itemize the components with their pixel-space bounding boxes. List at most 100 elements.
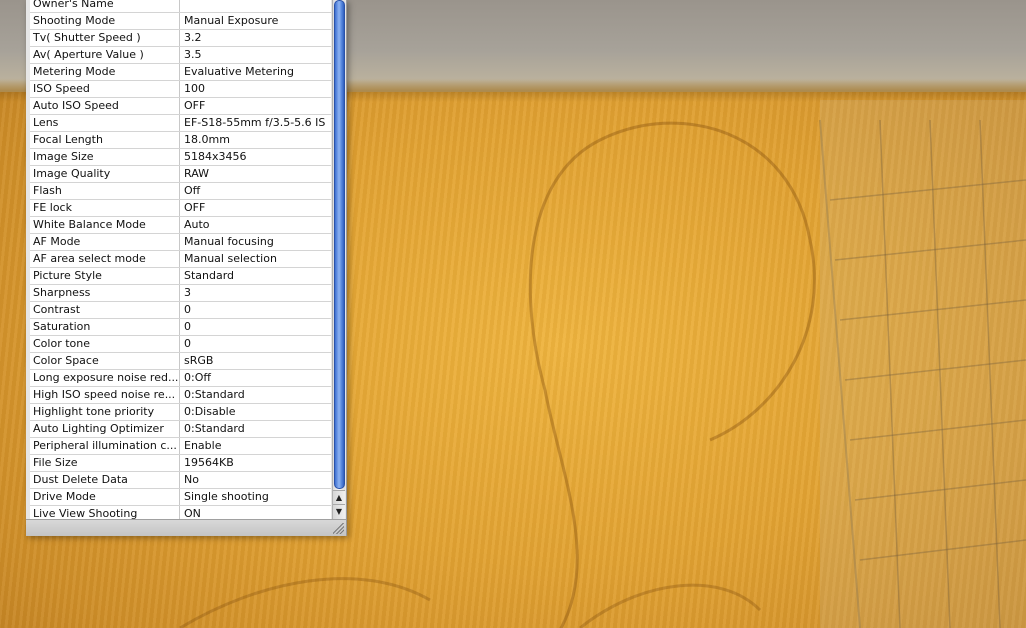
table-row[interactable]: Peripheral illumination c... Enable <box>30 438 331 455</box>
property-name: Auto ISO Speed <box>30 98 180 114</box>
property-value: 19564KB <box>184 456 234 469</box>
property-value: No <box>184 473 199 486</box>
table-row[interactable]: Owner's Name <box>30 0 331 13</box>
property-name: Owner's Name <box>30 0 180 12</box>
table-row[interactable]: Color tone 0 <box>30 336 331 353</box>
property-name: Live View Shooting <box>30 506 180 519</box>
table-row[interactable]: FE lock OFF <box>30 200 331 217</box>
arrow-down-icon[interactable]: ▼ <box>333 504 345 519</box>
table-row[interactable]: Color Space sRGB <box>30 353 331 370</box>
property-name: Lens <box>30 115 180 131</box>
property-value: 0:Off <box>184 371 211 384</box>
table-row[interactable]: File Size 19564KB <box>30 455 331 472</box>
property-name: Image Size <box>30 149 180 165</box>
property-name: Color Space <box>30 353 180 369</box>
table-row[interactable]: Contrast 0 <box>30 302 331 319</box>
property-name: Sharpness <box>30 285 180 301</box>
info-table: Owner's Name Shooting Mode Manual Exposure… <box>30 0 331 519</box>
property-name: Metering Mode <box>30 64 180 80</box>
property-name: Av( Aperture Value ) <box>30 47 180 63</box>
property-value: 3.2 <box>184 31 202 44</box>
property-name: High ISO speed noise re... <box>30 387 180 403</box>
property-name: Long exposure noise red... <box>30 370 180 386</box>
property-value: ON <box>184 507 201 519</box>
property-name: Picture Style <box>30 268 180 284</box>
table-row[interactable]: AF area select mode Manual selection <box>30 251 331 268</box>
property-value: 0:Standard <box>184 388 245 401</box>
property-value: 5184x3456 <box>184 150 247 163</box>
scrollbar-thumb[interactable] <box>334 0 345 489</box>
property-value: Manual focusing <box>184 235 274 248</box>
property-name: Shooting Mode <box>30 13 180 29</box>
table-row[interactable]: Drive Mode Single shooting <box>30 489 331 506</box>
property-value: 0:Disable <box>184 405 236 418</box>
property-value: OFF <box>184 201 206 214</box>
property-value: EF-S18-55mm f/3.5-5.6 IS <box>184 116 326 129</box>
property-name: Tv( Shutter Speed ) <box>30 30 180 46</box>
property-name: Focal Length <box>30 132 180 148</box>
property-name: Saturation <box>30 319 180 335</box>
property-name: Drive Mode <box>30 489 180 505</box>
table-row[interactable]: Live View Shooting ON <box>30 506 331 519</box>
property-value: 0:Standard <box>184 422 245 435</box>
property-value: Evaluative Metering <box>184 65 294 78</box>
table-row[interactable]: Lens EF-S18-55mm f/3.5-5.6 IS <box>30 115 331 132</box>
vertical-scrollbar[interactable]: ▲ ▼ <box>332 0 345 519</box>
table-row[interactable]: Shooting Mode Manual Exposure <box>30 13 331 30</box>
property-value: Single shooting <box>184 490 269 503</box>
property-name: Image Quality <box>30 166 180 182</box>
table-row[interactable]: Image Size 5184x3456 <box>30 149 331 166</box>
table-row[interactable]: Tv( Shutter Speed ) 3.2 <box>30 30 331 47</box>
table-row[interactable]: Highlight tone priority 0:Disable <box>30 404 331 421</box>
property-value: 3 <box>184 286 191 299</box>
property-value: Enable <box>184 439 222 452</box>
table-row[interactable]: Auto ISO Speed OFF <box>30 98 331 115</box>
arrow-up-icon[interactable]: ▲ <box>333 490 345 505</box>
property-value: Off <box>184 184 201 197</box>
panel-bottom-bar <box>26 519 346 536</box>
property-name: AF Mode <box>30 234 180 250</box>
table-row[interactable]: Flash Off <box>30 183 331 200</box>
property-name: Contrast <box>30 302 180 318</box>
property-value: Manual selection <box>184 252 277 265</box>
table-row[interactable]: Picture Style Standard <box>30 268 331 285</box>
table-row[interactable]: White Balance Mode Auto <box>30 217 331 234</box>
table-row[interactable]: Focal Length 18.0mm <box>30 132 331 149</box>
property-name: Color tone <box>30 336 180 352</box>
resize-grip-icon[interactable] <box>333 523 344 534</box>
property-value: 3.5 <box>184 48 202 61</box>
image-info-panel: Owner's Name Shooting Mode Manual Exposure… <box>26 0 347 536</box>
property-name: File Size <box>30 455 180 471</box>
property-value: 0 <box>184 337 191 350</box>
property-name: White Balance Mode <box>30 217 180 233</box>
property-value: OFF <box>184 99 206 112</box>
table-row[interactable]: AF Mode Manual focusing <box>30 234 331 251</box>
property-value: sRGB <box>184 354 214 367</box>
property-value: RAW <box>184 167 209 180</box>
table-row[interactable]: ISO Speed 100 <box>30 81 331 98</box>
property-name: AF area select mode <box>30 251 180 267</box>
table-row[interactable]: Saturation 0 <box>30 319 331 336</box>
table-row[interactable]: Av( Aperture Value ) 3.5 <box>30 47 331 64</box>
property-name: Auto Lighting Optimizer <box>30 421 180 437</box>
property-name: Dust Delete Data <box>30 472 180 488</box>
property-name: Flash <box>30 183 180 199</box>
property-value <box>180 0 331 12</box>
property-name: FE lock <box>30 200 180 216</box>
table-row[interactable]: Auto Lighting Optimizer 0:Standard <box>30 421 331 438</box>
table-row[interactable]: Long exposure noise red... 0:Off <box>30 370 331 387</box>
property-value: Manual Exposure <box>184 14 279 27</box>
property-name: Peripheral illumination c... <box>30 438 180 454</box>
property-value: 18.0mm <box>184 133 230 146</box>
property-value: Standard <box>184 269 235 282</box>
property-name: Highlight tone priority <box>30 404 180 420</box>
table-row[interactable]: Metering Mode Evaluative Metering <box>30 64 331 81</box>
property-name: ISO Speed <box>30 81 180 97</box>
table-row[interactable]: Dust Delete Data No <box>30 472 331 489</box>
property-value: 0 <box>184 303 191 316</box>
table-row[interactable]: High ISO speed noise re... 0:Standard <box>30 387 331 404</box>
property-value: 0 <box>184 320 191 333</box>
table-row[interactable]: Image Quality RAW <box>30 166 331 183</box>
table-row[interactable]: Sharpness 3 <box>30 285 331 302</box>
property-value: 100 <box>184 82 205 95</box>
